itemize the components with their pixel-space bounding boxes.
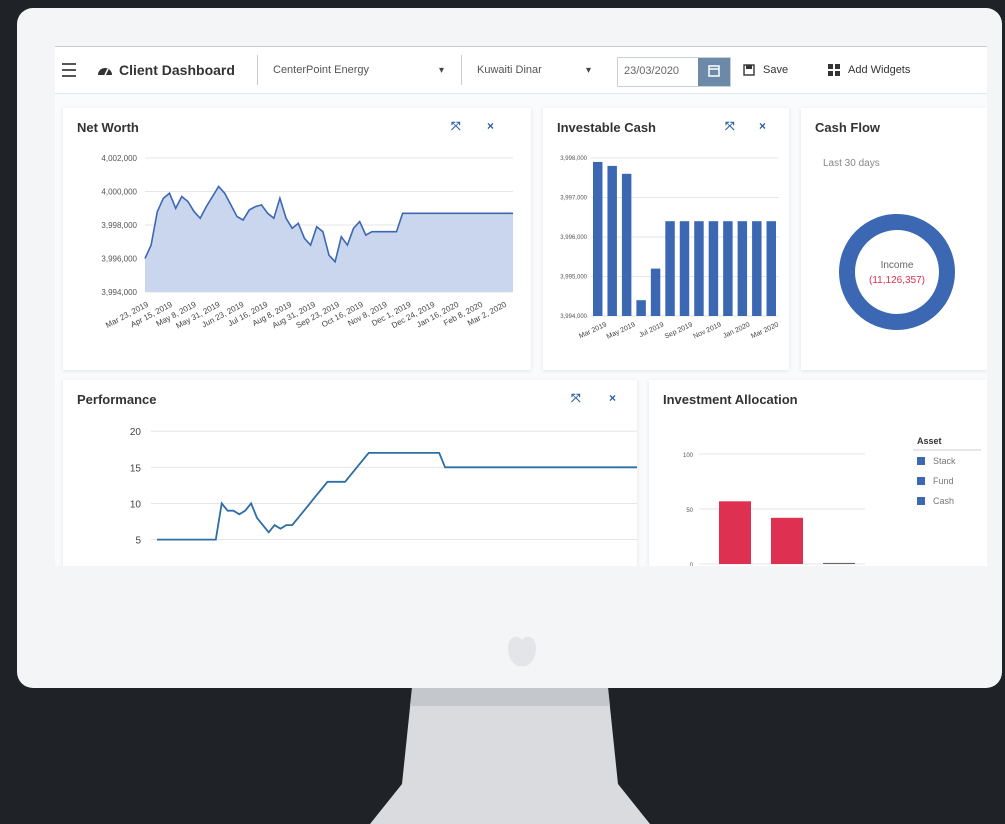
legend-label: Cash [933, 496, 954, 506]
legend-label: Stack [933, 456, 956, 466]
date-picker[interactable]: 23/03/2020 [617, 57, 731, 87]
y-tick-label: 3,996,000 [560, 235, 587, 241]
investable-cash-bar [636, 300, 646, 316]
panel-title: Investable Cash [557, 120, 656, 135]
legend-title: Asset [917, 436, 942, 446]
save-icon [743, 64, 755, 76]
x-tick-label: Jul 2019 [638, 321, 665, 339]
investable-cash-bar [679, 221, 690, 316]
x-tick-label: Sep 2019 [664, 321, 694, 340]
monitor-bezel: Client Dashboard CenterPoint Energy ▾ Ku… [17, 8, 1002, 688]
dashboard-screen: Client Dashboard CenterPoint Energy ▾ Ku… [55, 46, 987, 566]
panel-title: Investment Allocation [663, 392, 798, 407]
calendar-icon [708, 65, 720, 77]
y-tick-label: 3,995,000 [560, 275, 587, 281]
panel-title: Cash Flow [815, 120, 881, 135]
y-tick-label: 3,998,000 [560, 156, 587, 162]
chevron-down-icon[interactable]: ▾ [586, 65, 591, 76]
investment-allocation-chart: 0 50 100 Asset Stack Fund Cash [683, 436, 981, 566]
expand-icon[interactable]: ⤧ [571, 391, 581, 406]
legend-swatch [917, 457, 925, 465]
y-tick-label: 20 [130, 427, 142, 438]
close-icon[interactable]: × [487, 119, 494, 133]
y-tick-label: 50 [686, 508, 693, 514]
expand-icon[interactable]: ⤧ [451, 119, 461, 134]
close-icon[interactable]: × [759, 119, 766, 133]
performance-line [157, 452, 637, 541]
legend-swatch [917, 497, 925, 505]
donut-center-label: Income [881, 260, 914, 271]
monitor-stand [370, 688, 650, 824]
panel-title: Performance [77, 392, 157, 407]
legend-label: Fund [933, 476, 954, 486]
page-title: Client Dashboard [97, 55, 235, 85]
y-tick-label: 4,002,000 [101, 154, 137, 163]
allocation-bar [823, 562, 855, 564]
chevron-down-icon[interactable]: ▾ [439, 65, 444, 76]
panel-title: Net Worth [77, 120, 139, 135]
allocation-bar [719, 501, 751, 564]
investable-cash-bar [607, 165, 617, 316]
net-worth-area [145, 186, 513, 292]
cash-flow-chart: Income (11,126,357) [839, 214, 955, 330]
y-tick-label: 5 [135, 536, 141, 547]
date-input[interactable]: 23/03/2020 [624, 65, 679, 77]
investable-cash-bar [723, 221, 733, 316]
investable-cash-bar [752, 221, 762, 316]
net-worth-chart: 3,994,000 3,996,000 3,998,000 4,000,000 4,00… [101, 154, 513, 331]
investable-cash-bar [694, 221, 704, 316]
y-tick-label: 3,994,000 [101, 288, 137, 297]
investable-cash-chart: 3,994,000 3,995,000 3,996,000 3,997,000 3,99… [560, 156, 780, 341]
y-tick-label: 3,997,000 [560, 196, 587, 202]
x-tick-label: May 2019 [606, 321, 637, 340]
save-button[interactable]: Save [743, 55, 788, 85]
y-tick-label: 3,996,000 [101, 255, 137, 264]
legend-swatch [917, 477, 925, 485]
investable-cash-bar [593, 161, 603, 316]
calendar-button[interactable] [698, 58, 730, 86]
investable-cash-bar [766, 221, 776, 316]
panel-subtitle: Last 30 days [823, 158, 880, 169]
close-icon[interactable]: × [609, 391, 616, 405]
y-tick-label: 4,000,000 [101, 188, 137, 197]
investable-cash-bar [621, 173, 632, 316]
x-tick-label: Mar 2020 [750, 321, 780, 340]
y-tick-label: 100 [683, 453, 694, 459]
company-select[interactable]: CenterPoint Energy [273, 55, 369, 85]
y-tick-label: 3,994,000 [560, 314, 587, 320]
y-tick-label: 15 [130, 463, 142, 474]
cash-flow-panel: Cash Flow Last 30 days Income (11,126,35… [801, 108, 987, 370]
top-bar: Client Dashboard CenterPoint Energy ▾ Ku… [55, 46, 987, 94]
x-tick-label: Mar 2019 [578, 321, 608, 340]
y-tick-label: 10 [130, 499, 142, 510]
y-tick-label: 3,998,000 [101, 221, 137, 230]
x-tick-label: Nov 2019 [692, 321, 722, 340]
investable-cash-bar [737, 221, 748, 316]
income-donut-slice [839, 214, 955, 330]
performance-panel: Performance ⤧ × 5 10 15 20 [63, 380, 637, 566]
investable-cash-bar [665, 221, 675, 316]
widgets-icon [828, 64, 840, 76]
divider [257, 55, 258, 85]
page-title-label: Client Dashboard [119, 62, 235, 78]
expand-icon[interactable]: ⤧ [725, 119, 735, 134]
add-widgets-button[interactable]: Add Widgets [828, 55, 910, 85]
investable-cash-bar [650, 268, 661, 316]
apple-logo-icon [508, 636, 536, 667]
dashboard-icon [98, 68, 112, 76]
save-label: Save [763, 64, 789, 76]
x-tick-label: Jan 2020 [722, 321, 751, 340]
net-worth-panel: Net Worth ⤧ × 3,994,000 3,996,000 3,998,00… [63, 108, 531, 370]
divider [461, 55, 462, 85]
add-widgets-label: Add Widgets [848, 64, 911, 76]
donut-center-value: (11,126,357) [869, 275, 925, 286]
investment-allocation-panel: Investment Allocation 0 50 100 Asset Stack Fu… [649, 380, 987, 566]
menu-icon[interactable] [61, 61, 79, 79]
y-tick-label: 0 [690, 563, 694, 566]
performance-chart: 5 10 15 20 [130, 427, 637, 547]
investable-cash-bar [708, 221, 719, 316]
currency-select[interactable]: Kuwaiti Dinar [477, 55, 542, 85]
allocation-bar [771, 517, 803, 564]
investable-cash-panel: Investable Cash ⤧ × 3,994,000 3,995,000 3,… [543, 108, 789, 370]
